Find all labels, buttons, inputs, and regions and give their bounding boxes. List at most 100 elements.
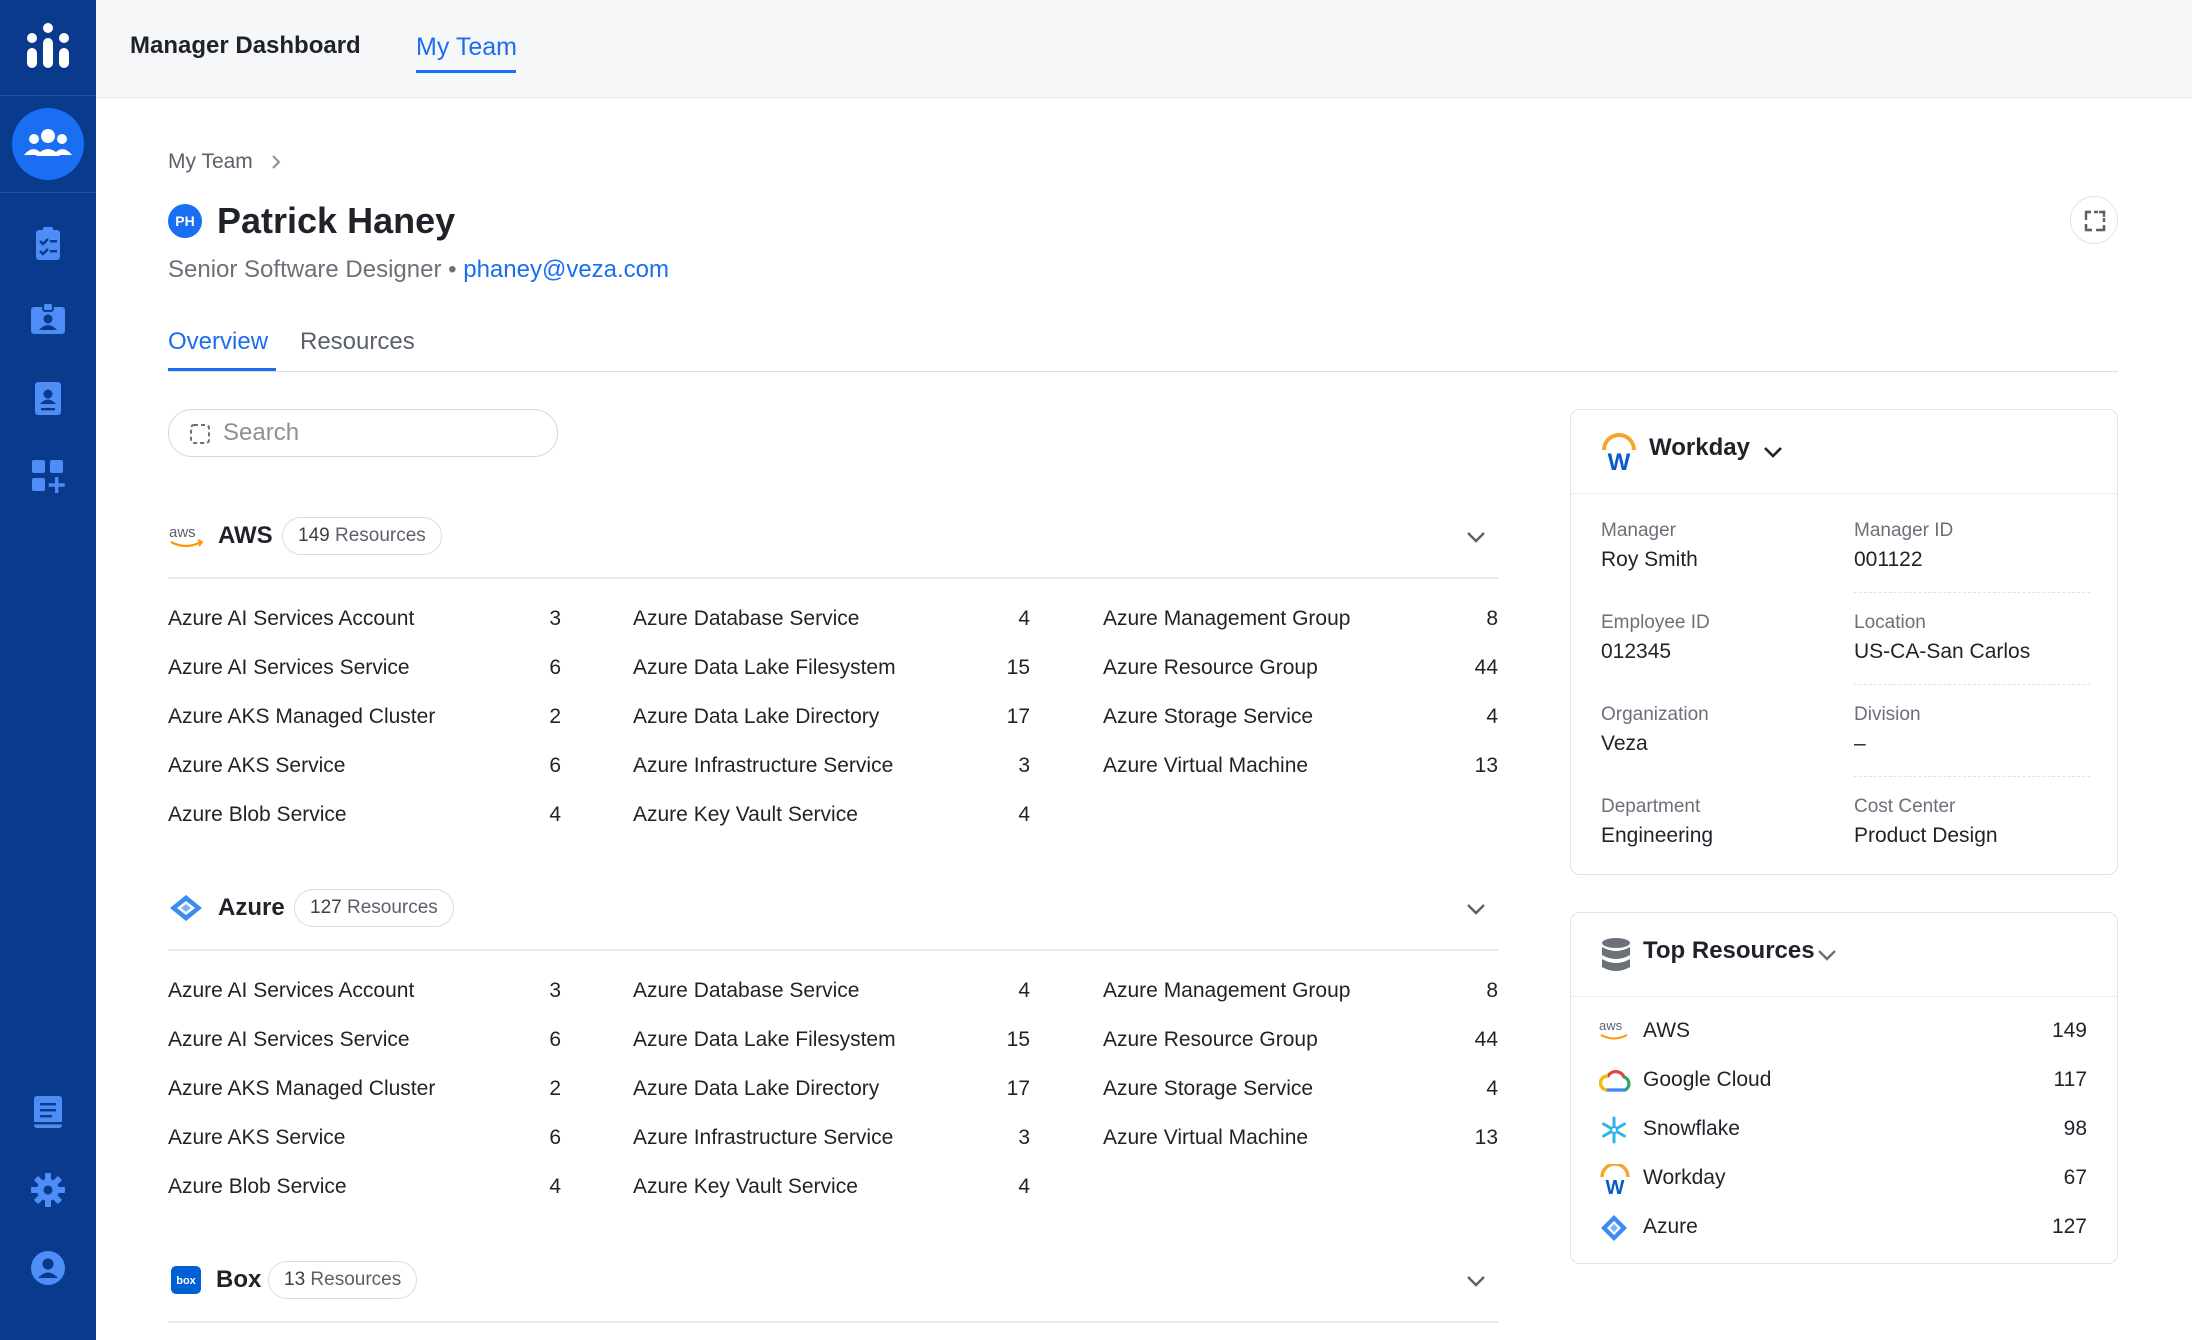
- top-resource-row[interactable]: aws AWS 149: [1599, 1017, 2087, 1049]
- resource-row[interactable]: Azure AI Services Account 3: [168, 607, 561, 639]
- id-badge-icon[interactable]: [24, 296, 72, 344]
- app-title[interactable]: Manager Dashboard: [130, 32, 361, 60]
- resource-value: 4: [1018, 1175, 1030, 1198]
- resource-value: 3: [549, 979, 561, 1002]
- chevron-down-icon[interactable]: [1761, 440, 1785, 464]
- azure-logo: [170, 895, 202, 921]
- tab-overview[interactable]: Overview: [168, 328, 268, 356]
- email-link[interactable]: phaney@veza.com: [463, 256, 669, 283]
- resource-row[interactable]: Azure Key Vault Service 4: [633, 1175, 1030, 1207]
- group-divider: [168, 577, 1498, 579]
- workday-card-header[interactable]: W Workday: [1571, 410, 2117, 494]
- resource-row[interactable]: Azure Data Lake Directory 17: [633, 705, 1030, 737]
- user-icon[interactable]: [24, 1244, 72, 1292]
- top-resources-title: Top Resources: [1643, 937, 1815, 964]
- resource-name: Snowflake: [1643, 1117, 1740, 1140]
- resource-name: Azure AKS Managed Cluster: [168, 705, 436, 728]
- resource-row[interactable]: Azure Database Service 4: [633, 979, 1030, 1011]
- chevron-down-icon[interactable]: [1815, 943, 1839, 967]
- tab-my-team[interactable]: My Team: [416, 33, 517, 62]
- resource-name: Azure Storage Service: [1103, 1077, 1314, 1100]
- contact-card-icon[interactable]: [24, 374, 72, 422]
- resource-row[interactable]: Azure AKS Service 6: [168, 754, 561, 786]
- resource-row[interactable]: Azure Blob Service 4: [168, 1175, 561, 1207]
- resource-row[interactable]: Azure AKS Managed Cluster 2: [168, 1077, 561, 1109]
- resource-row[interactable]: Azure Infrastructure Service 3: [633, 1126, 1030, 1158]
- google-cloud-logo: [1599, 1070, 1631, 1092]
- top-resource-row[interactable]: Azure 127: [1599, 1213, 2087, 1245]
- resource-row[interactable]: Azure Storage Service 4: [1103, 1077, 1498, 1109]
- resource-row[interactable]: Azure Data Lake Filesystem 15: [633, 656, 1030, 688]
- resource-value: 117: [2053, 1068, 2087, 1091]
- resource-name: Azure Data Lake Filesystem: [633, 656, 896, 679]
- resource-count-badge: 149 Resources: [282, 517, 442, 555]
- resource-row[interactable]: Azure AKS Service 6: [168, 1126, 561, 1158]
- chevron-down-icon[interactable]: [1462, 523, 1490, 551]
- resource-row[interactable]: Azure Management Group 8: [1103, 979, 1498, 1011]
- resource-name: Azure Blob Service: [168, 803, 347, 826]
- gear-icon[interactable]: [24, 1166, 72, 1214]
- chevron-down-icon[interactable]: [1462, 895, 1490, 923]
- resource-row[interactable]: Azure Storage Service 4: [1103, 705, 1498, 737]
- svg-text:W: W: [1606, 1177, 1625, 1194]
- clipboard-check-icon[interactable]: [24, 220, 72, 268]
- database-icon: [1602, 938, 1630, 971]
- resource-row[interactable]: Azure Management Group 8: [1103, 607, 1498, 639]
- top-resource-row[interactable]: Snowflake 98: [1599, 1115, 2087, 1147]
- breadcrumb[interactable]: My Team: [168, 150, 253, 174]
- resource-row[interactable]: Azure AI Services Service 6: [168, 656, 561, 688]
- rail-divider: [0, 192, 96, 193]
- resource-row[interactable]: Azure Data Lake Filesystem 15: [633, 1028, 1030, 1060]
- resource-value: 44: [1474, 656, 1498, 679]
- tab-bar: Overview Resources: [168, 328, 2118, 372]
- resource-name: Azure AI Services Account: [168, 607, 415, 630]
- resource-value: 4: [549, 1175, 561, 1198]
- aws-logo: aws: [169, 524, 204, 548]
- resource-count-badge: 127 Resources: [294, 889, 454, 927]
- resource-row[interactable]: Azure Blob Service 4: [168, 803, 561, 835]
- resource-count: 13: [284, 1269, 306, 1290]
- resource-name: AWS: [1643, 1019, 1691, 1042]
- resource-value: 4: [549, 803, 561, 826]
- group-header-box[interactable]: box Box 13 Resources: [168, 1261, 1498, 1301]
- resource-row[interactable]: Azure Infrastructure Service 3: [633, 754, 1030, 786]
- resource-value: 44: [1474, 1028, 1498, 1051]
- resource-count: 127: [310, 897, 342, 918]
- team-icon[interactable]: [12, 108, 84, 180]
- top-resource-row[interactable]: W Workday 67: [1599, 1164, 2087, 1196]
- box-logo: box: [171, 1266, 201, 1294]
- tab-resources[interactable]: Resources: [300, 328, 415, 356]
- group-header-aws[interactable]: aws AWS 149 Resources: [168, 517, 1498, 557]
- chevron-down-icon[interactable]: [1462, 1267, 1490, 1295]
- resource-row[interactable]: Azure Key Vault Service 4: [633, 803, 1030, 835]
- expand-button[interactable]: [2070, 196, 2118, 244]
- group-header-azure[interactable]: Azure 127 Resources: [168, 889, 1498, 929]
- group-name: AWS: [218, 522, 273, 549]
- resource-row[interactable]: Azure Virtual Machine 13: [1103, 754, 1498, 786]
- resource-row[interactable]: Azure Virtual Machine 13: [1103, 1126, 1498, 1158]
- resource-row[interactable]: Azure Resource Group 44: [1103, 656, 1498, 688]
- resource-name: Azure Key Vault Service: [633, 803, 858, 826]
- resource-row[interactable]: Azure AI Services Account 3: [168, 979, 561, 1011]
- top-resources-header[interactable]: Top Resources: [1571, 913, 2117, 997]
- field-label: Cost Center: [1854, 796, 1956, 817]
- apps-add-icon[interactable]: [24, 452, 72, 500]
- resource-value: 6: [549, 1126, 561, 1149]
- resource-unit: Resources: [346, 897, 438, 918]
- resource-value: 149: [2051, 1019, 2087, 1042]
- field-organization: Organization Veza: [1601, 704, 1831, 756]
- search-input[interactable]: [223, 418, 543, 448]
- resource-row[interactable]: Azure Database Service 4: [633, 607, 1030, 639]
- resource-row[interactable]: Azure AI Services Service 6: [168, 1028, 561, 1060]
- top-resource-row[interactable]: Google Cloud 117: [1599, 1066, 2087, 1098]
- resource-row[interactable]: Azure Data Lake Directory 17: [633, 1077, 1030, 1109]
- field-department: Department Engineering: [1601, 796, 1831, 848]
- book-icon[interactable]: [24, 1088, 72, 1136]
- field-divider: [1854, 776, 2090, 777]
- workday-logo: W: [1600, 1164, 1630, 1194]
- resource-row[interactable]: Azure AKS Managed Cluster 2: [168, 705, 561, 737]
- workday-card-title: Workday: [1649, 434, 1750, 461]
- resource-row[interactable]: Azure Resource Group 44: [1103, 1028, 1498, 1060]
- resource-value: 3: [549, 607, 561, 630]
- veza-logo[interactable]: [0, 0, 96, 96]
